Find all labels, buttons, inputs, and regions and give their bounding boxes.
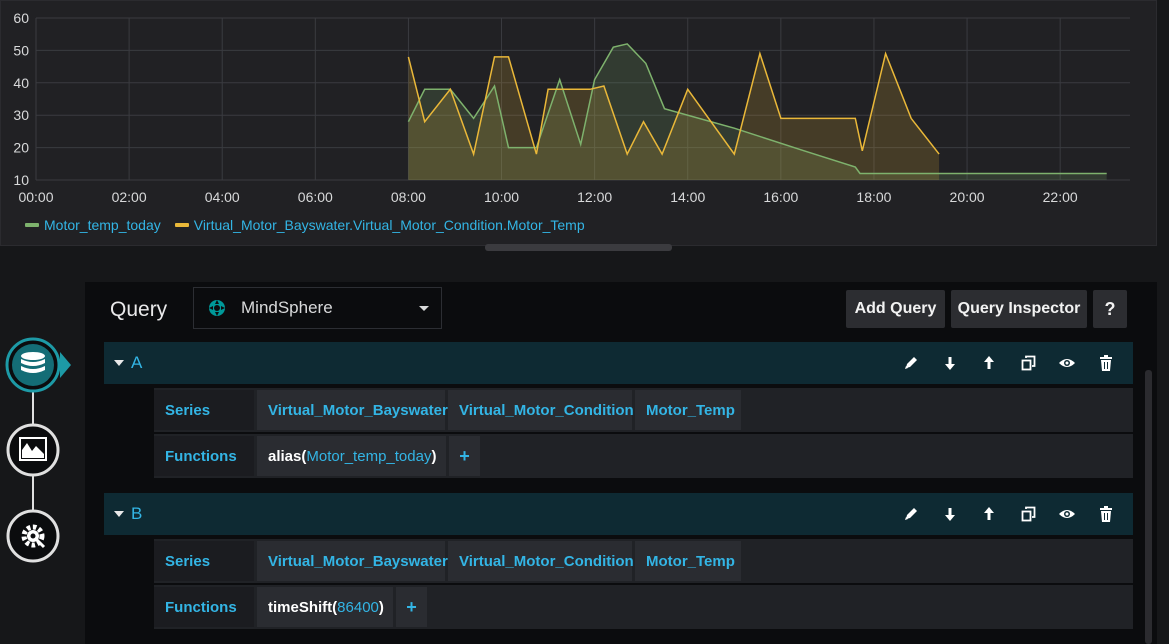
y-tick-label: 50 bbox=[13, 42, 29, 58]
arrow-up-icon[interactable] bbox=[969, 342, 1008, 384]
series-segment[interactable]: Virtual_Motor_Condition bbox=[448, 541, 634, 581]
function-name: alias bbox=[268, 447, 302, 465]
series-segment[interactable]: Virtual_Motor_Bayswater bbox=[257, 390, 448, 430]
y-tick-label: 40 bbox=[13, 75, 29, 91]
functions-label: Functions bbox=[154, 436, 254, 476]
y-axis-ticks: 10 20 30 40 50 60 bbox=[13, 10, 29, 188]
x-tick-label: 14:00 bbox=[670, 189, 705, 205]
x-tick-label: 22:00 bbox=[1043, 189, 1078, 205]
functions-label: Functions bbox=[154, 587, 254, 627]
series-row: Series Virtual_Motor_Bayswater Virtual_M… bbox=[154, 539, 1133, 583]
query-row-header[interactable]: A bbox=[104, 342, 1133, 384]
legend-item-motor-temp[interactable]: Virtual_Motor_Bayswater.Virtual_Motor_Co… bbox=[174, 217, 585, 233]
database-icon bbox=[21, 352, 45, 373]
functions-row: Functions timeShift(86400) + bbox=[154, 585, 1133, 629]
series-segment[interactable]: Virtual_Motor_Bayswater bbox=[257, 541, 448, 581]
trash-icon[interactable] bbox=[1086, 342, 1125, 384]
line-chart: 10 20 30 40 50 60 00:00 02:00 04:00 06:00 08:00 10… bbox=[13, 10, 1130, 205]
chevron-down-icon bbox=[419, 305, 429, 311]
duplicate-icon[interactable] bbox=[1008, 342, 1047, 384]
legend-label[interactable]: Virtual_Motor_Bayswater.Virtual_Motor_Co… bbox=[194, 217, 585, 233]
function-alias[interactable]: alias(Motor_temp_today) bbox=[257, 436, 446, 476]
query-letter: B bbox=[131, 504, 143, 523]
add-query-button[interactable]: Add Query bbox=[846, 290, 945, 328]
arrow-down-icon[interactable] bbox=[930, 493, 969, 535]
x-tick-label: 06:00 bbox=[298, 189, 333, 205]
eye-icon[interactable] bbox=[1047, 342, 1086, 384]
help-button[interactable]: ? bbox=[1093, 290, 1127, 328]
x-tick-label: 18:00 bbox=[856, 189, 891, 205]
y-tick-label: 30 bbox=[13, 107, 29, 123]
datasource-select[interactable]: MindSphere bbox=[193, 287, 442, 329]
function-param[interactable]: 86400 bbox=[337, 599, 379, 616]
arrow-down-icon[interactable] bbox=[930, 342, 969, 384]
x-tick-label: 20:00 bbox=[950, 189, 985, 205]
functions-row: Functions alias(Motor_temp_today) + bbox=[154, 434, 1133, 478]
eye-icon[interactable] bbox=[1047, 493, 1086, 535]
x-tick-label: 08:00 bbox=[391, 189, 426, 205]
collapse-caret-icon[interactable] bbox=[114, 360, 124, 366]
pencil-icon[interactable] bbox=[891, 342, 930, 384]
editor-title: Query bbox=[110, 298, 168, 321]
x-axis-ticks: 00:00 02:00 04:00 06:00 08:00 10:00 12:00 14:00… bbox=[18, 189, 1077, 205]
function-timeshift[interactable]: timeShift(86400) bbox=[257, 587, 393, 627]
legend-swatch-green bbox=[25, 223, 39, 227]
legend-label[interactable]: Motor_temp_today bbox=[44, 217, 161, 233]
x-tick-label: 04:00 bbox=[205, 189, 240, 205]
general-settings-tab[interactable] bbox=[6, 509, 60, 563]
y-tick-label: 60 bbox=[13, 10, 29, 26]
queries-tab[interactable] bbox=[5, 337, 71, 393]
query-inspector-button[interactable]: Query Inspector bbox=[951, 290, 1087, 328]
y-tick-label: 10 bbox=[13, 172, 29, 188]
y-tick-label: 20 bbox=[13, 140, 29, 156]
legend-swatch-yellow bbox=[174, 223, 189, 227]
series-segment[interactable]: Motor_Temp bbox=[635, 541, 741, 581]
chart-legend: Motor_temp_today Virtual_Motor_Bayswater… bbox=[25, 217, 585, 233]
graph-panel: 10 20 30 40 50 60 00:00 02:00 04:00 06:00 08:00 10… bbox=[0, 0, 1157, 246]
x-tick-label: 10:00 bbox=[484, 189, 519, 205]
query-row-header[interactable]: B bbox=[104, 493, 1133, 535]
visualization-tab[interactable] bbox=[6, 423, 60, 477]
series-segment[interactable]: Motor_Temp bbox=[635, 390, 741, 430]
collapse-caret-icon[interactable] bbox=[114, 511, 124, 517]
series-label: Series bbox=[154, 541, 254, 581]
series-segment[interactable]: Virtual_Motor_Condition bbox=[448, 390, 634, 430]
editor-side-rail bbox=[5, 337, 71, 563]
query-actions bbox=[891, 342, 1125, 384]
series-row: Series Virtual_Motor_Bayswater Virtual_M… bbox=[154, 388, 1133, 432]
x-tick-label: 16:00 bbox=[763, 189, 798, 205]
query-letter: A bbox=[131, 353, 143, 372]
function-name: timeShift bbox=[268, 598, 333, 616]
datasource-name: MindSphere bbox=[241, 298, 333, 317]
panel-resize-handle[interactable] bbox=[485, 244, 672, 251]
arrow-up-icon[interactable] bbox=[969, 493, 1008, 535]
pencil-icon[interactable] bbox=[891, 493, 930, 535]
function-param[interactable]: Motor_temp_today bbox=[306, 448, 431, 465]
series-label: Series bbox=[154, 390, 254, 430]
query-actions bbox=[891, 493, 1125, 535]
x-tick-label: 02:00 bbox=[112, 189, 147, 205]
x-tick-label: 00:00 bbox=[18, 189, 53, 205]
mindsphere-icon bbox=[209, 300, 225, 316]
duplicate-icon[interactable] bbox=[1008, 493, 1047, 535]
add-function-button[interactable]: + bbox=[396, 587, 427, 627]
legend-item-motor-temp-today[interactable]: Motor_temp_today bbox=[25, 217, 161, 233]
x-tick-label: 12:00 bbox=[577, 189, 612, 205]
editor-scrollbar[interactable] bbox=[1145, 370, 1152, 644]
trash-icon[interactable] bbox=[1086, 493, 1125, 535]
add-function-button[interactable]: + bbox=[449, 436, 480, 476]
